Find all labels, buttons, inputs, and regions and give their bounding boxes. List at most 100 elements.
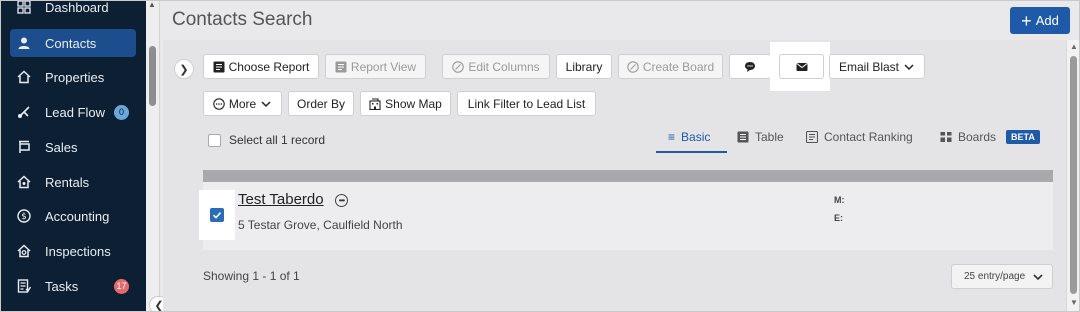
tab-basic-label: Basic — [681, 130, 711, 144]
sidebar-item-label: Lead Flow — [45, 104, 105, 120]
envelope-icon — [795, 62, 808, 71]
edit-columns-button[interactable]: Edit Columns — [442, 54, 550, 79]
report-icon — [213, 61, 225, 72]
sidebar-item-label: Inspections — [45, 243, 111, 259]
mobile-label: M: — [834, 195, 845, 205]
report-view-icon — [335, 61, 347, 72]
more-button[interactable]: More — [203, 91, 282, 116]
contact-name-link[interactable]: Test Taberdo — [238, 191, 324, 208]
chevron-down-icon — [1033, 273, 1043, 280]
library-button[interactable]: Library — [556, 54, 612, 79]
edit-columns-icon — [452, 60, 465, 73]
checklist-icon — [17, 279, 31, 293]
tab-ranking-label: Contact Ranking — [824, 130, 913, 144]
select-all-checkbox[interactable] — [208, 133, 221, 147]
link-filter-button[interactable]: Link Filter to Lead List — [457, 91, 596, 116]
create-board-label: Create Board — [642, 59, 715, 74]
create-board-button[interactable]: Create Board — [618, 54, 723, 79]
chevron-right-icon: ❯ — [179, 63, 189, 76]
add-label: Add — [1035, 13, 1059, 28]
choose-report-button[interactable]: Choose Report — [203, 54, 319, 79]
link-filter-label: Link Filter to Lead List — [467, 96, 586, 111]
scroll-up-arrow-icon[interactable]: ▲ — [1070, 42, 1078, 51]
user-icon — [17, 36, 31, 50]
flow-icon — [17, 105, 31, 119]
select-all-label: Select all 1 record — [229, 133, 326, 147]
search-house-icon — [17, 244, 31, 258]
tasks-count-badge: 17 — [114, 278, 129, 294]
sidebar-item-dashboard[interactable]: Dashboard — [0, 0, 146, 21]
plus-icon: + — [1021, 10, 1032, 31]
tab-boards[interactable]: Boards BETA — [940, 130, 1040, 144]
show-map-button[interactable]: Show Map — [360, 91, 451, 116]
chevron-down-icon — [261, 100, 271, 107]
order-by-button[interactable]: Order By — [288, 91, 354, 116]
list-icon: ≡ — [668, 130, 676, 144]
expand-filters-button[interactable]: ❯ — [174, 59, 194, 79]
sidebar-item-lead-flow[interactable]: Lead Flow 0 — [0, 98, 146, 126]
create-board-icon — [627, 60, 639, 73]
tab-contact-ranking[interactable]: Contact Ranking — [806, 130, 913, 144]
chat-bubble-icon — [745, 61, 755, 72]
building-icon — [369, 97, 381, 110]
content-scrollbar[interactable]: ▲ ▼ — [1066, 40, 1080, 312]
sidebar-item-label: Tasks — [45, 278, 79, 294]
table-icon — [737, 131, 749, 143]
sidebar-item-rentals[interactable]: Rentals — [0, 168, 146, 196]
sidebar: Dashboard Contacts Properties Lead Flow … — [0, 0, 146, 312]
record-checkbox[interactable] — [210, 208, 224, 222]
content-scroll-thumb[interactable] — [1070, 56, 1077, 294]
per-page-value: 25 entry/page — [964, 271, 1026, 282]
sms-button[interactable] — [729, 54, 771, 79]
select-all-row[interactable]: Select all 1 record — [208, 133, 325, 147]
lead-flow-count-badge: 0 — [114, 104, 129, 120]
more-dots-icon — [213, 97, 225, 110]
sidebar-scrollbar[interactable]: ▲ — [146, 0, 160, 312]
pagination-summary: Showing 1 - 1 of 1 — [203, 269, 300, 283]
tab-basic[interactable]: ≡ Basic — [668, 130, 710, 144]
list-item[interactable] — [203, 182, 1053, 250]
choose-report-label: Choose Report — [228, 59, 310, 74]
sidebar-item-label: Properties — [45, 69, 105, 85]
chevron-down-icon — [904, 63, 914, 70]
sidebar-item-label: Accounting — [45, 208, 110, 224]
edit-columns-label: Edit Columns — [468, 59, 540, 74]
email-label: E: — [834, 213, 843, 223]
order-by-label: Order By — [296, 96, 345, 111]
sidebar-scroll-thumb[interactable] — [149, 46, 156, 106]
sidebar-item-label: Contacts — [45, 35, 97, 51]
sidebar-item-properties[interactable]: Properties — [0, 63, 146, 91]
page-title: Contacts Search — [172, 9, 313, 30]
sidebar-item-accounting[interactable]: $ Accounting — [0, 202, 146, 230]
checkmark-icon — [212, 212, 222, 219]
svg-text:$: $ — [21, 212, 27, 222]
email-button[interactable] — [779, 54, 824, 79]
boards-icon — [940, 132, 952, 142]
key-house-icon — [17, 175, 31, 189]
report-view-button[interactable]: Report View — [325, 54, 426, 79]
scroll-down-arrow-icon[interactable]: ▼ — [1070, 298, 1078, 307]
add-contact-button[interactable]: + Add — [1010, 7, 1070, 34]
grid-icon — [17, 0, 31, 14]
email-blast-label: Email Blast — [838, 59, 900, 74]
sidebar-item-label: Dashboard — [45, 0, 109, 15]
house-icon — [17, 70, 31, 84]
tab-table-label: Table — [755, 130, 784, 144]
contact-more-icon[interactable]: ••• — [335, 194, 348, 207]
sidebar-item-inspections[interactable]: Inspections — [0, 237, 146, 265]
show-map-label: Show Map — [385, 96, 442, 111]
contact-address: 5 Testar Grove, Caulfield North — [238, 218, 403, 232]
tab-table[interactable]: Table — [737, 130, 784, 144]
more-label: More — [228, 96, 257, 111]
email-blast-button[interactable]: Email Blast — [829, 54, 925, 79]
sidebar-item-label: Rentals — [45, 174, 90, 190]
scroll-up-arrow-icon[interactable]: ▲ — [148, 0, 156, 9]
sidebar-item-tasks[interactable]: Tasks 17 — [0, 272, 146, 300]
sidebar-item-contacts[interactable]: Contacts — [10, 29, 136, 57]
beta-badge: BETA — [1006, 130, 1040, 144]
sidebar-item-sales[interactable]: Sales — [0, 133, 146, 161]
library-label: Library — [565, 59, 603, 74]
sidebar-item-label: Sales — [45, 139, 78, 155]
ranking-icon — [806, 131, 818, 143]
per-page-select[interactable]: 25 entry/page — [951, 264, 1053, 289]
